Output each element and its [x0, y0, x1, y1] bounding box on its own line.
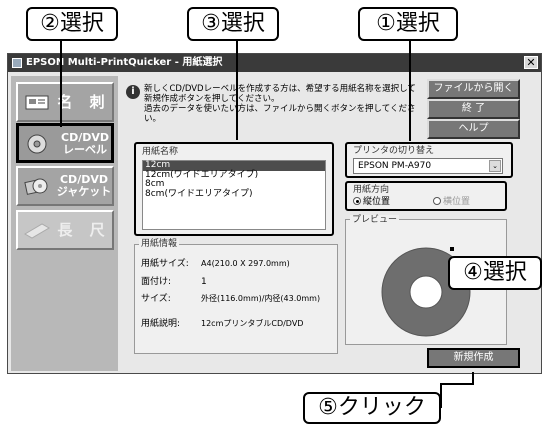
- connector-line: [450, 247, 454, 251]
- business-card-icon: [25, 95, 49, 110]
- description-label: 用紙説明:: [141, 319, 181, 329]
- sidebar-item-label: 名 刺: [57, 93, 111, 111]
- long-paper-icon: [24, 223, 50, 239]
- callout-select-2: ②選択: [26, 7, 118, 41]
- category-sidebar: 名 刺 CD/DVD レーベル CD/DVD ジャケット 長 尺: [11, 76, 118, 371]
- new-create-button[interactable]: 新規作成: [427, 348, 520, 368]
- paper-name-list[interactable]: 12cm 12cm(ワイドエリアタイプ) 8cm 8cm(ワイドエリアタイプ): [142, 160, 326, 230]
- radio-dot: [433, 197, 441, 205]
- paper-name-title: 用紙名称: [140, 147, 181, 157]
- cd-jacket-icon: [24, 178, 48, 195]
- radio-portrait[interactable]: 縦位置: [353, 197, 390, 207]
- list-item[interactable]: 12cm(ワイドエリアタイプ): [143, 170, 325, 181]
- open-file-button[interactable]: ファイルから開く: [427, 79, 520, 99]
- printer-select-value: EPSON PM-A970: [358, 161, 432, 171]
- size-value: A4(210.0 X 297.0mm): [201, 259, 290, 268]
- radio-dot-selected: [353, 197, 361, 205]
- orientation-title: 用紙方向: [351, 185, 392, 195]
- size-label: 用紙サイズ:: [141, 259, 189, 269]
- connector-line: [472, 372, 474, 385]
- paper-info-group: 用紙情報 用紙サイズ: A4(210.0 X 297.0mm) 面付け: 1 サ…: [134, 239, 338, 354]
- sidebar-item-cd-jacket[interactable]: CD/DVD ジャケット: [16, 166, 114, 206]
- connector-line: [236, 37, 238, 140]
- list-item[interactable]: 8cm(ワイドエリアタイプ): [143, 189, 325, 200]
- sidebar-item-long-paper[interactable]: 長 尺: [16, 210, 114, 250]
- connector-line: [409, 37, 411, 141]
- cd-label-icon: [27, 134, 47, 154]
- sidebar-item-label: CD/DVD ジャケット: [56, 173, 112, 198]
- description-value: 12cmプリンタブルCD/DVD: [201, 319, 304, 328]
- window-title: EPSON Multi-PrintQuicker - 用紙選択: [26, 57, 223, 68]
- radio-landscape[interactable]: 横位置: [433, 197, 470, 207]
- sidebar-item-label: 長 尺: [57, 221, 111, 239]
- title-bar: EPSON Multi-PrintQuicker - 用紙選択 ✕: [8, 54, 541, 72]
- connector-line: [60, 37, 62, 127]
- info-icon: i: [126, 85, 140, 99]
- paper-name-group: 用紙名称 12cm 12cm(ワイドエリアタイプ) 8cm 8cm(ワイドエリア…: [134, 142, 334, 236]
- callout-click-5: ⑤クリック: [303, 392, 441, 424]
- app-icon: [12, 58, 22, 68]
- faces-label: 面付け:: [141, 277, 172, 287]
- radio-label: 縦位置: [363, 197, 391, 207]
- exit-button[interactable]: 終 了: [427, 99, 520, 119]
- printer-switch-group: プリンタの切り替え EPSON PM-A970 ⌄: [345, 142, 513, 178]
- printer-switch-title: プリンタの切り替え: [351, 146, 437, 156]
- callout-select-4: ④選択: [448, 256, 542, 290]
- application-window: EPSON Multi-PrintQuicker - 用紙選択 ✕ 名 刺 CD…: [7, 53, 542, 374]
- sidebar-item-label: CD/DVD レーベル: [61, 131, 109, 156]
- connector-line: [440, 383, 474, 385]
- printer-select[interactable]: EPSON PM-A970 ⌄: [353, 158, 503, 174]
- preview-title: プレビュー: [350, 215, 400, 225]
- instruction-text: 新しくCD/DVDレーベルを作成する方は、希望する用紙名称を選択して 新規作成ボ…: [144, 84, 416, 124]
- sidebar-item-cd-label[interactable]: CD/DVD レーベル: [16, 123, 114, 163]
- close-button[interactable]: ✕: [524, 56, 538, 69]
- faces-value: 1: [201, 277, 207, 287]
- callout-select-1: ①選択: [358, 7, 458, 41]
- chevron-down-icon[interactable]: ⌄: [489, 160, 501, 172]
- dims-value: 外径(116.0mm)/内径(43.0mm): [201, 294, 321, 303]
- paper-info-title: 用紙情報: [139, 239, 180, 249]
- callout-select-3: ③選択: [187, 7, 279, 41]
- orientation-group: 用紙方向 縦位置 横位置: [345, 181, 507, 211]
- radio-label: 横位置: [443, 197, 471, 207]
- help-button[interactable]: ヘルプ: [427, 119, 520, 139]
- dims-label: サイズ:: [141, 294, 171, 304]
- sidebar-item-business-card[interactable]: 名 刺: [16, 82, 114, 122]
